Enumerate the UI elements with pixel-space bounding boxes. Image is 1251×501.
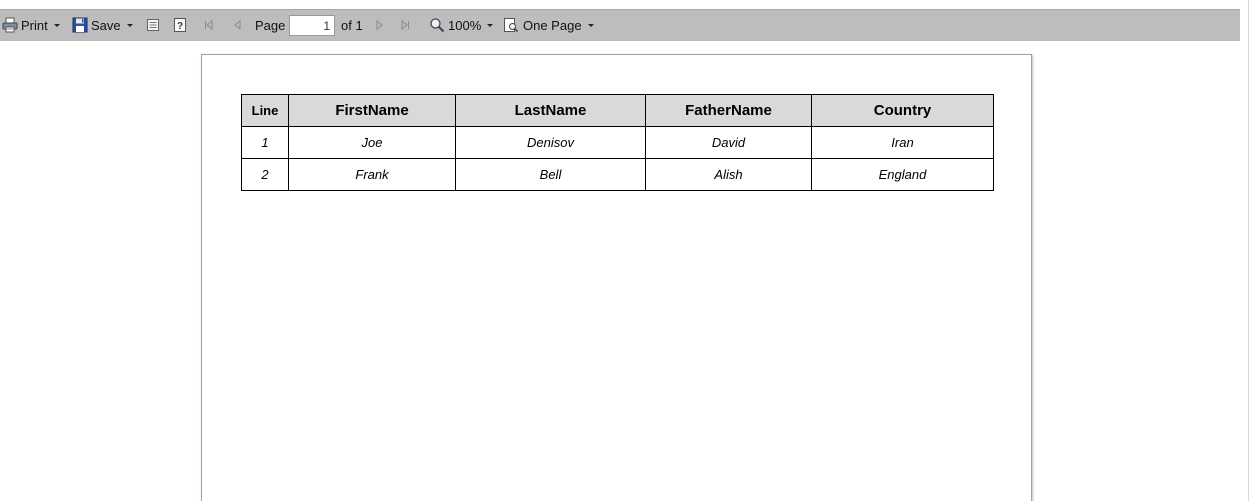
- next-page-icon: [371, 17, 387, 33]
- save-label: Save: [91, 17, 121, 33]
- help-icon: ?: [172, 17, 188, 33]
- save-button[interactable]: Save: [72, 10, 133, 40]
- column-header-country: Country: [811, 94, 994, 127]
- list-icon: [145, 17, 161, 33]
- column-header-line: Line: [241, 94, 289, 127]
- cell-country: Iran: [811, 126, 994, 159]
- printer-icon: [2, 17, 18, 33]
- view-mode-label: One Page: [523, 17, 582, 33]
- cell-fathername: Alish: [645, 158, 812, 191]
- column-header-fathername: FatherName: [645, 94, 812, 127]
- cell-country: England: [811, 158, 994, 191]
- cell-lastname: Denisov: [455, 126, 646, 159]
- previous-page-button[interactable]: [230, 10, 246, 40]
- zoom-label: 100%: [448, 17, 482, 33]
- svg-text:?: ?: [177, 21, 183, 32]
- first-page-icon: [201, 17, 217, 33]
- cell-firstname: Frank: [288, 158, 456, 191]
- page-view-icon: [503, 17, 519, 33]
- viewer-right-border: [1248, 0, 1249, 501]
- last-page-button[interactable]: [397, 10, 413, 40]
- print-button[interactable]: Print: [2, 10, 60, 40]
- report-table: Line FirstName LastName FatherName Count…: [241, 94, 994, 191]
- table-header-row: Line FirstName LastName FatherName Count…: [241, 94, 994, 127]
- page-label: Page: [255, 17, 286, 33]
- column-header-firstname: FirstName: [288, 94, 456, 127]
- magnifier-icon: [429, 17, 445, 33]
- page-count-label: of 1: [341, 17, 363, 33]
- cell-fathername: David: [645, 126, 812, 159]
- zoom-button[interactable]: 100%: [429, 10, 494, 40]
- table-row: 1 Joe Denisov David Iran: [241, 126, 994, 159]
- chevron-down-icon: [487, 24, 494, 27]
- next-page-button[interactable]: [371, 10, 387, 40]
- cell-firstname: Joe: [288, 126, 456, 159]
- floppy-disk-icon: [72, 17, 88, 33]
- chevron-down-icon: [53, 24, 60, 27]
- first-page-button[interactable]: [201, 10, 217, 40]
- help-button[interactable]: ?: [172, 10, 188, 40]
- previous-page-icon: [230, 17, 246, 33]
- page-number-input[interactable]: [289, 15, 335, 36]
- chevron-down-icon: [587, 24, 594, 27]
- cell-line: 2: [241, 158, 289, 191]
- report-viewer: Print Save ? Page 1 of 1 100% One Page L…: [0, 0, 1251, 501]
- parameters-button[interactable]: [145, 10, 161, 40]
- cell-line: 1: [241, 126, 289, 159]
- viewer-toolbar: Print Save ? Page 1 of 1 100% One Page: [0, 9, 1240, 41]
- last-page-icon: [397, 17, 413, 33]
- print-label: Print: [21, 17, 48, 33]
- view-mode-button[interactable]: One Page: [503, 10, 594, 40]
- column-header-lastname: LastName: [455, 94, 646, 127]
- cell-lastname: Bell: [455, 158, 646, 191]
- report-page: Line FirstName LastName FatherName Count…: [201, 54, 1032, 501]
- table-row: 2 Frank Bell Alish England: [241, 158, 994, 191]
- chevron-down-icon: [126, 24, 133, 27]
